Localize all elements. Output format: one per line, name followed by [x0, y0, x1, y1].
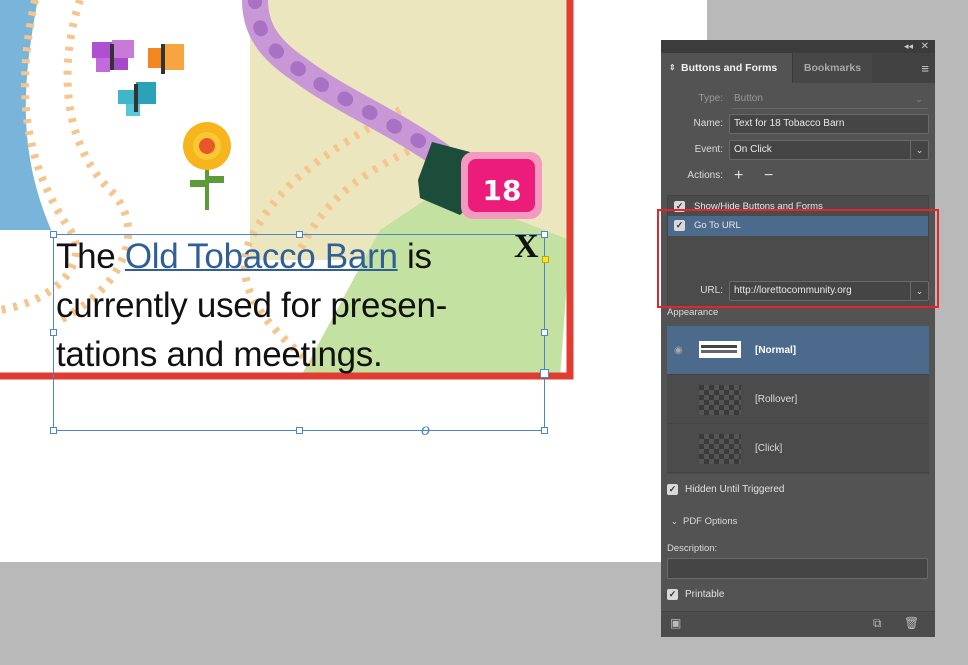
collapse-icon[interactable]: ◂◂	[904, 40, 913, 53]
overset-marker: o	[421, 419, 430, 439]
selected-text-frame[interactable]	[53, 234, 545, 431]
type-label: Type:	[698, 93, 723, 104]
pdf-options-label: PDF Options	[682, 516, 738, 527]
frame-handle-bottom-left[interactable]	[50, 427, 57, 434]
eye-icon: ◉	[674, 345, 683, 356]
hidden-until-triggered-label: Hidden Until Triggered	[685, 484, 785, 495]
event-value: On Click	[734, 144, 772, 155]
printable-checkbox[interactable]: ✓ Printable	[667, 588, 724, 602]
chevron-down-icon: ⌄	[671, 517, 678, 526]
frame-handle-top-left[interactable]	[50, 231, 57, 238]
pdf-options-toggle[interactable]: ⌄ PDF Options	[671, 516, 737, 527]
state-label: [Rollover]	[755, 394, 798, 405]
state-label: [Normal]	[755, 345, 797, 356]
checkbox-checked-icon[interactable]: ✓	[667, 484, 678, 495]
chevron-down-icon: ⌄	[915, 94, 923, 104]
event-label: Event:	[694, 144, 723, 155]
buttons-and-forms-panel: ◂◂ ✕ ⇕ Buttons and Forms Bookmarks ≡ Typ…	[661, 40, 935, 637]
type-row: Type: Button ⌄	[661, 88, 935, 110]
add-action-button[interactable]: +	[734, 165, 743, 187]
state-row-normal[interactable]: ◉ [Normal]	[667, 326, 929, 375]
document-canvas[interactable]: 18 The Old Tobacco Barn is currently use…	[0, 0, 707, 562]
state-row-rollover[interactable]: [Rollover]	[667, 375, 929, 424]
state-thumbnail-empty	[699, 385, 741, 415]
name-label: Name:	[693, 118, 723, 129]
tab-buttons-and-forms[interactable]: ⇕ Buttons and Forms	[661, 53, 792, 83]
name-value: Text for 18 Tobacco Barn	[734, 118, 845, 129]
hidden-until-triggered-checkbox[interactable]: ✓ Hidden Until Triggered	[667, 483, 785, 497]
type-value: Button	[734, 93, 763, 104]
checkbox-checked-icon[interactable]: ✓	[667, 589, 678, 600]
name-input[interactable]: Text for 18 Tobacco Barn	[729, 114, 929, 134]
actions-label: Actions:	[687, 170, 723, 181]
panel-tab-bar: ⇕ Buttons and Forms Bookmarks ≡	[661, 53, 935, 83]
type-select[interactable]: Button ⌄	[729, 89, 929, 109]
convert-object-icon[interactable]: ⧉	[873, 616, 882, 631]
actions-row: Actions: + −	[661, 165, 935, 187]
remove-action-button[interactable]: −	[764, 165, 773, 187]
badge-number: 18	[483, 174, 522, 207]
state-thumbnail	[699, 341, 741, 358]
state-row-click[interactable]: [Click]	[667, 424, 929, 473]
preview-icon[interactable]: ▣	[670, 616, 681, 630]
state-label: [Click]	[755, 443, 783, 454]
description-label: Description:	[667, 543, 718, 554]
frame-handle-bottom-mid[interactable]	[296, 427, 303, 434]
appearance-section-label: Appearance	[667, 307, 719, 318]
event-select[interactable]: On Click ⌄	[729, 140, 929, 160]
frame-handle-mid-right[interactable]	[541, 329, 548, 336]
close-icon[interactable]: ✕	[921, 40, 929, 53]
appearance-states-list[interactable]: ◉ [Normal] [Rollover] [Click]	[667, 326, 929, 474]
trash-icon[interactable]: 🗑	[904, 616, 919, 630]
panel-options-arrows-icon: ⇕	[669, 63, 676, 72]
tab-label: Bookmarks	[803, 62, 862, 74]
printable-label: Printable	[685, 589, 725, 600]
butterfly-orange	[148, 44, 184, 74]
butterfly-purple	[92, 40, 134, 72]
frame-link-handle[interactable]	[542, 256, 549, 263]
tab-label: Buttons and Forms	[681, 62, 778, 74]
highlight-box	[657, 209, 939, 308]
frame-handle-mid-left[interactable]	[50, 329, 57, 336]
frame-handle-top-right[interactable]	[541, 231, 548, 238]
frame-handle-bottom-right[interactable]	[541, 427, 548, 434]
chevron-down-icon: ⌄	[910, 141, 928, 159]
name-row: Name: Text for 18 Tobacco Barn	[661, 113, 935, 135]
frame-handle-corner[interactable]	[540, 369, 549, 378]
panel-title-strip: ◂◂ ✕	[661, 40, 935, 53]
tab-bookmarks[interactable]: Bookmarks	[792, 53, 872, 83]
sunflower	[183, 122, 231, 210]
butterfly-teal	[118, 82, 156, 116]
description-input[interactable]	[667, 558, 928, 579]
event-row: Event: On Click ⌄	[661, 139, 935, 161]
frame-handle-top-mid[interactable]	[296, 231, 303, 238]
panel-footer: ▣ ⧉ 🗑	[661, 611, 935, 637]
panel-menu-icon[interactable]: ≡	[921, 61, 929, 76]
state-thumbnail-empty	[699, 434, 741, 464]
